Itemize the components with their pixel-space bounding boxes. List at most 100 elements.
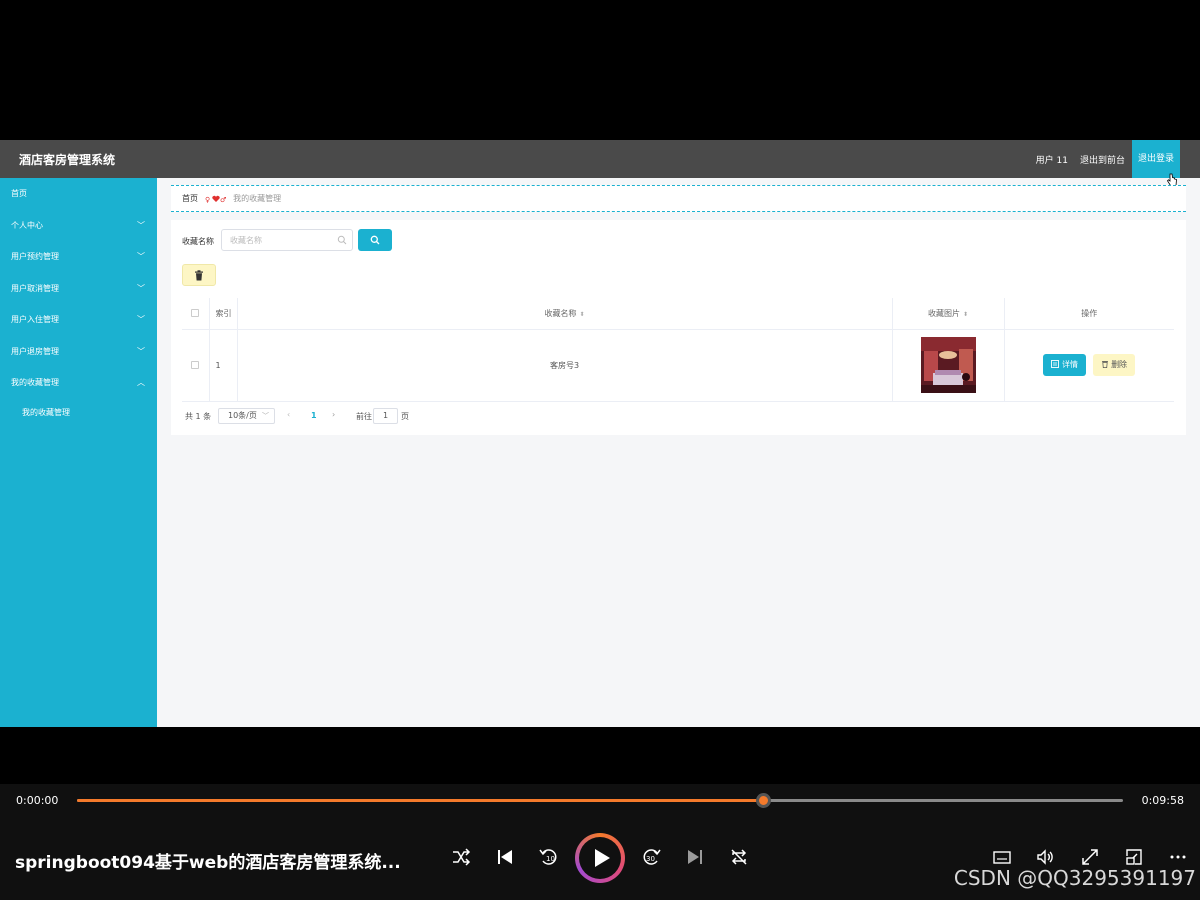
next-track-icon[interactable] (684, 846, 706, 868)
header-name-label: 收藏名称 (544, 308, 577, 318)
delete-button[interactable]: 删除 (1092, 354, 1136, 376)
sort-icon: ⬍ (579, 310, 585, 318)
app-title: 酒店客房管理系统 (19, 153, 116, 167)
goto-unit: 页 (401, 412, 409, 421)
search-field[interactable] (221, 229, 353, 251)
sidebar-item-label: 首页 (11, 189, 27, 198)
video-player-controls: 0:00:00 0:09:58 springboot094基于web的酒店客房管… (0, 784, 1200, 900)
header-image-label: 收藏图片 (927, 308, 960, 318)
header-index: 索引 (208, 298, 237, 330)
header-name[interactable]: 收藏名称 ⬍ (236, 298, 892, 330)
table-header-row: 索引 收藏名称 ⬍ 收藏图片 ⬍ 操作 (182, 298, 1174, 330)
header-actions: 操作 (1003, 298, 1174, 330)
forward-30-icon[interactable]: 30 (640, 846, 662, 868)
mini-player-icon[interactable] (1123, 846, 1145, 868)
chevron-up-icon: ︿ (137, 378, 145, 387)
row-actions-cell: 详情 删除 (1003, 329, 1174, 402)
more-options-icon[interactable] (1167, 846, 1189, 868)
favorites-table: 索引 收藏名称 ⬍ 收藏图片 ⬍ 操作 1 客房号3 详情 删除 (182, 298, 1174, 402)
app-window: 酒店客房管理系统 用户 11 退出到前台 退出登录 首页 个人中心 ﹀ 用户预约… (0, 140, 1200, 727)
top-bar: 酒店客房管理系统 用户 11 退出到前台 退出登录 (0, 140, 1200, 186)
play-button[interactable] (575, 833, 625, 883)
table-row: 1 客房号3 详情 删除 (182, 329, 1174, 402)
chevron-down-icon: ﹀ (137, 283, 145, 293)
seek-bar[interactable] (77, 793, 1123, 808)
breadcrumb: 首页 ♀ ♂ 我的收藏管理 (171, 185, 1186, 212)
current-time: 0:00:00 (16, 794, 59, 807)
pagination-total: 共 1 条 (185, 412, 212, 421)
sidebar-item-reservations[interactable]: 用户预约管理 ﹀ (0, 241, 157, 273)
select-all-checkbox[interactable] (191, 309, 200, 318)
sidebar-item-label: 个人中心 (11, 220, 43, 230)
search-label: 收藏名称 (182, 237, 214, 246)
rewind-10-icon[interactable]: 10 (538, 846, 560, 868)
prev-page-button[interactable]: ‹ (287, 410, 290, 419)
sidebar-item-home[interactable]: 首页 (0, 178, 157, 210)
detail-button-label: 详情 (1061, 360, 1078, 369)
select-all-cell (182, 298, 209, 330)
row-index: 1 (208, 329, 237, 402)
sidebar: 首页 个人中心 ﹀ 用户预约管理 ﹀ 用户取消管理 ﹀ 用户入住管理 ﹀ 用户退… (0, 178, 157, 727)
sidebar-item-label: 用户退房管理 (11, 346, 59, 356)
video-title: springboot094基于web的酒店客房管理系统... (15, 853, 401, 873)
search-icon (337, 235, 347, 245)
sidebar-item-label: 用户入住管理 (11, 315, 59, 324)
search-button[interactable] (358, 229, 392, 251)
detail-icon (1051, 360, 1060, 368)
exit-to-front-link[interactable]: 退出到前台 (1080, 153, 1125, 166)
row-select-cell (182, 329, 209, 402)
sidebar-item-label: 我的收藏管理 (11, 378, 59, 387)
subtitles-icon[interactable] (991, 846, 1013, 868)
current-user: 用户 11 (1035, 156, 1068, 166)
sidebar-item-cancellations[interactable]: 用户取消管理 ﹀ (0, 273, 157, 305)
svg-text:♂: ♂ (220, 196, 226, 203)
screen: 酒店客房管理系统 用户 11 退出到前台 退出登录 首页 个人中心 ﹀ 用户预约… (0, 0, 1200, 900)
sidebar-item-checkouts[interactable]: 用户退房管理 ﹀ (0, 336, 157, 368)
seek-handle[interactable] (756, 793, 772, 808)
fullscreen-icon[interactable] (1079, 846, 1101, 868)
chevron-down-icon: ﹀ (262, 412, 269, 420)
seek-bar-progress (77, 799, 764, 802)
page-size-value: 10条/页 (228, 411, 257, 420)
main-content: 首页 ♀ ♂ 我的收藏管理 收藏名称 收藏名称 索引 收藏名称 ⬍ 收藏图片 ⬍… (157, 178, 1200, 727)
goto-page-input[interactable]: 1 (373, 408, 398, 424)
chevron-down-icon: ﹀ (137, 220, 145, 230)
heart-separator-icon: ♀ ♂ (205, 195, 226, 204)
repeat-off-icon[interactable] (728, 846, 750, 868)
trash-icon (195, 270, 203, 281)
svg-text:30: 30 (646, 855, 655, 863)
volume-icon[interactable] (1035, 846, 1057, 868)
header-image[interactable]: 收藏图片 ⬍ (891, 298, 1004, 330)
breadcrumb-current: 我的收藏管理 (233, 194, 282, 203)
favorites-panel: 收藏名称 收藏名称 索引 收藏名称 ⬍ 收藏图片 ⬍ 操作 1 客房号3 详情 … (171, 220, 1186, 435)
sidebar-item-checkins[interactable]: 用户入住管理 ﹀ (0, 304, 157, 336)
goto-label: 前往 (356, 412, 372, 421)
room-thumbnail-image[interactable] (920, 337, 976, 393)
sidebar-subitem-favorites[interactable]: 我的收藏管理 (0, 399, 157, 427)
breadcrumb-home[interactable]: 首页 (182, 194, 198, 203)
trash-icon (1101, 361, 1108, 368)
chevron-down-icon: ﹀ (137, 252, 145, 261)
chevron-down-icon: ﹀ (137, 346, 145, 356)
csdn-watermark: CSDN @QQ3295391197 (953, 866, 1196, 890)
search-input[interactable] (230, 233, 330, 247)
svg-text:10: 10 (546, 855, 555, 863)
delete-button-label: 删除 (1111, 360, 1128, 369)
sidebar-item-personal-center[interactable]: 个人中心 ﹀ (0, 210, 157, 242)
sidebar-item-favorites[interactable]: 我的收藏管理 ︿ (0, 367, 157, 399)
page-number-current[interactable]: 1 (311, 411, 317, 420)
page-size-select[interactable]: 10条/页 ﹀ (218, 408, 275, 424)
search-icon (370, 235, 380, 245)
row-checkbox[interactable] (191, 361, 200, 369)
chevron-down-icon: ﹀ (137, 315, 145, 324)
play-icon (595, 849, 610, 867)
row-name: 客房号3 (236, 329, 892, 402)
previous-track-icon[interactable] (494, 846, 516, 868)
sort-icon: ⬍ (962, 310, 969, 318)
row-image-cell (891, 329, 1004, 402)
bulk-delete-button[interactable] (182, 264, 216, 286)
shuffle-icon[interactable] (450, 846, 472, 868)
svg-text:♀: ♀ (205, 196, 210, 203)
detail-button[interactable]: 详情 (1043, 354, 1086, 376)
next-page-button[interactable]: › (332, 410, 335, 419)
